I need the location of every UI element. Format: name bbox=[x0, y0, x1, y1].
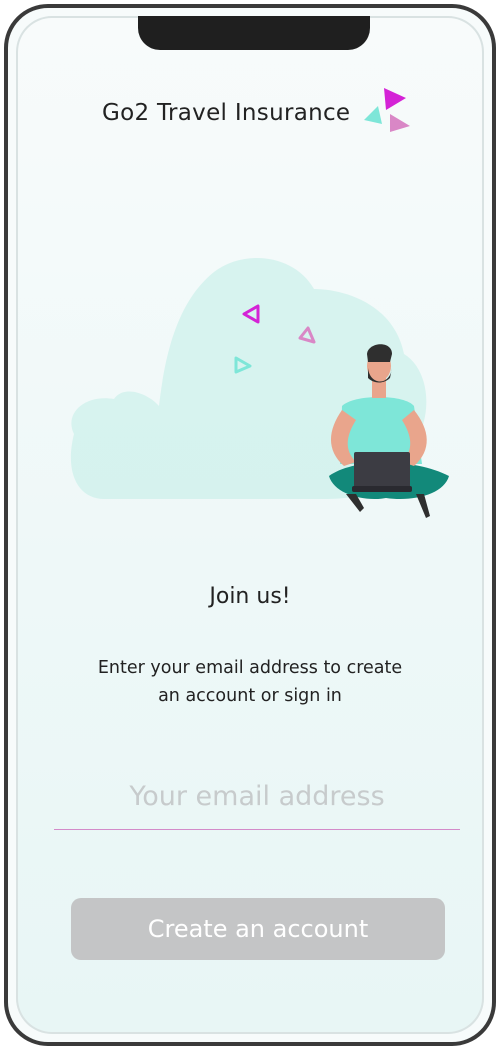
triangles-logo-icon bbox=[364, 88, 410, 132]
person-with-laptop-illustration bbox=[70, 257, 449, 518]
app-title: Go2 Travel Insurance bbox=[102, 100, 351, 126]
create-account-button[interactable]: Create an account bbox=[71, 898, 445, 960]
subtitle-line-2: an account or sign in bbox=[158, 686, 342, 706]
app-header: Go2 Travel Insurance bbox=[16, 88, 484, 138]
phone-notch bbox=[138, 16, 370, 50]
email-input[interactable] bbox=[54, 764, 460, 830]
page-subtitle: Enter your email address to create an ac… bbox=[66, 654, 434, 710]
app-screen: Go2 Travel Insurance Join us! Enter your… bbox=[16, 16, 484, 1034]
subtitle-line-1: Enter your email address to create bbox=[97, 658, 403, 678]
page-heading: Join us! bbox=[209, 584, 291, 609]
phone-frame: Go2 Travel Insurance Join us! Enter your… bbox=[4, 4, 496, 1046]
